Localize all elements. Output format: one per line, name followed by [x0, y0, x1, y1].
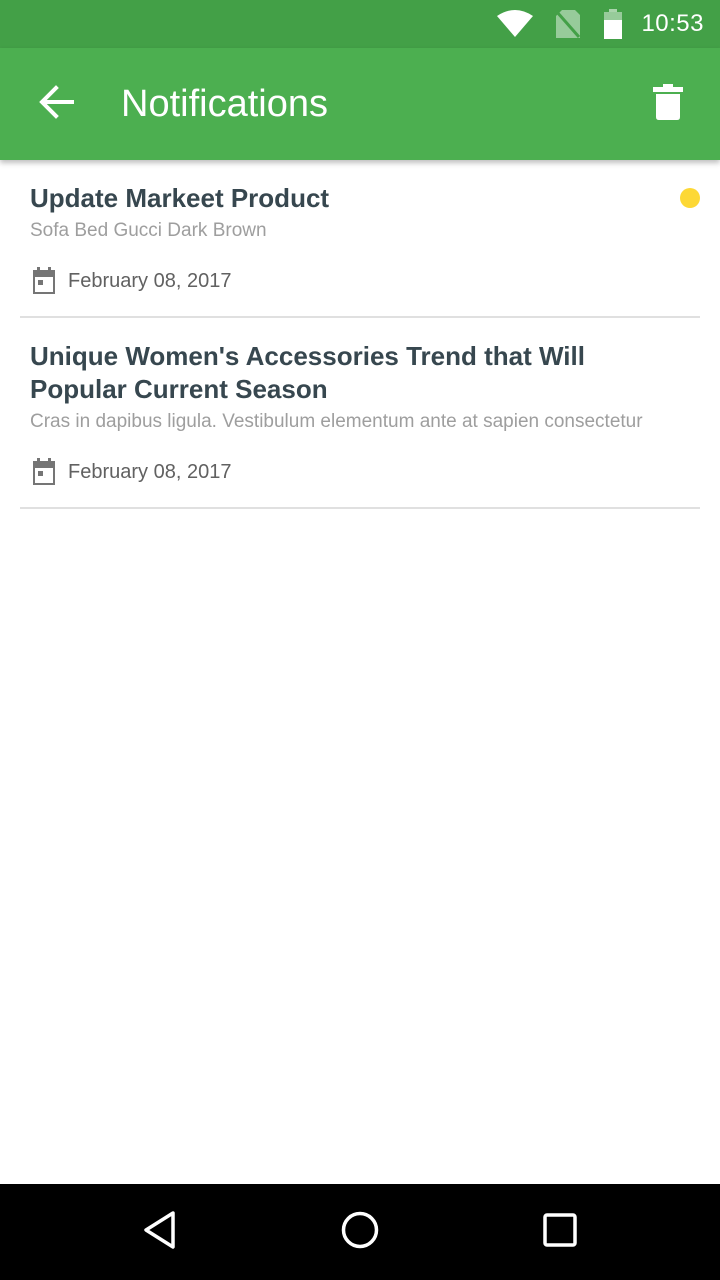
calendar-icon: [32, 458, 58, 486]
screen: 10:53 Notifications Update Markeet Produ…: [0, 0, 720, 1280]
recent-square-icon: [542, 1212, 578, 1253]
wifi-icon: [497, 10, 534, 38]
notification-date-row: February 08, 2017: [30, 457, 690, 487]
delete-all-button[interactable]: [636, 76, 700, 132]
battery-icon: [603, 9, 623, 39]
back-triangle-icon: [142, 1210, 178, 1255]
no-sim-icon: [555, 9, 581, 39]
system-nav-bar: [0, 1184, 720, 1280]
back-button[interactable]: [28, 76, 84, 132]
nav-home-button[interactable]: [336, 1208, 384, 1256]
notification-title: Unique Women's Accessories Trend that Wi…: [30, 341, 585, 404]
unread-indicator: [680, 188, 700, 208]
notification-list: Update Markeet Product Sofa Bed Gucci Da…: [0, 160, 720, 509]
page-title: Notifications: [121, 83, 328, 125]
nav-back-button[interactable]: [136, 1208, 184, 1256]
calendar-icon: [32, 267, 58, 295]
notification-item[interactable]: Unique Women's Accessories Trend that Wi…: [20, 318, 700, 509]
notification-date: February 08, 2017: [68, 269, 232, 292]
trash-icon: [653, 83, 683, 125]
status-bar: 10:53: [0, 0, 720, 48]
home-circle-icon: [340, 1210, 380, 1255]
arrow-left-icon: [38, 84, 74, 124]
status-time: 10:53: [641, 10, 704, 37]
app-bar: Notifications: [0, 48, 720, 160]
notification-item[interactable]: Update Markeet Product Sofa Bed Gucci Da…: [20, 160, 700, 318]
notification-date-row: February 08, 2017: [30, 266, 690, 296]
nav-recent-button[interactable]: [536, 1208, 584, 1256]
notification-description: Cras in dapibus ligula. Vestibulum eleme…: [30, 411, 643, 432]
notification-date: February 08, 2017: [68, 460, 232, 483]
notification-description: Sofa Bed Gucci Dark Brown: [30, 220, 267, 241]
notification-title: Update Markeet Product: [30, 183, 330, 213]
